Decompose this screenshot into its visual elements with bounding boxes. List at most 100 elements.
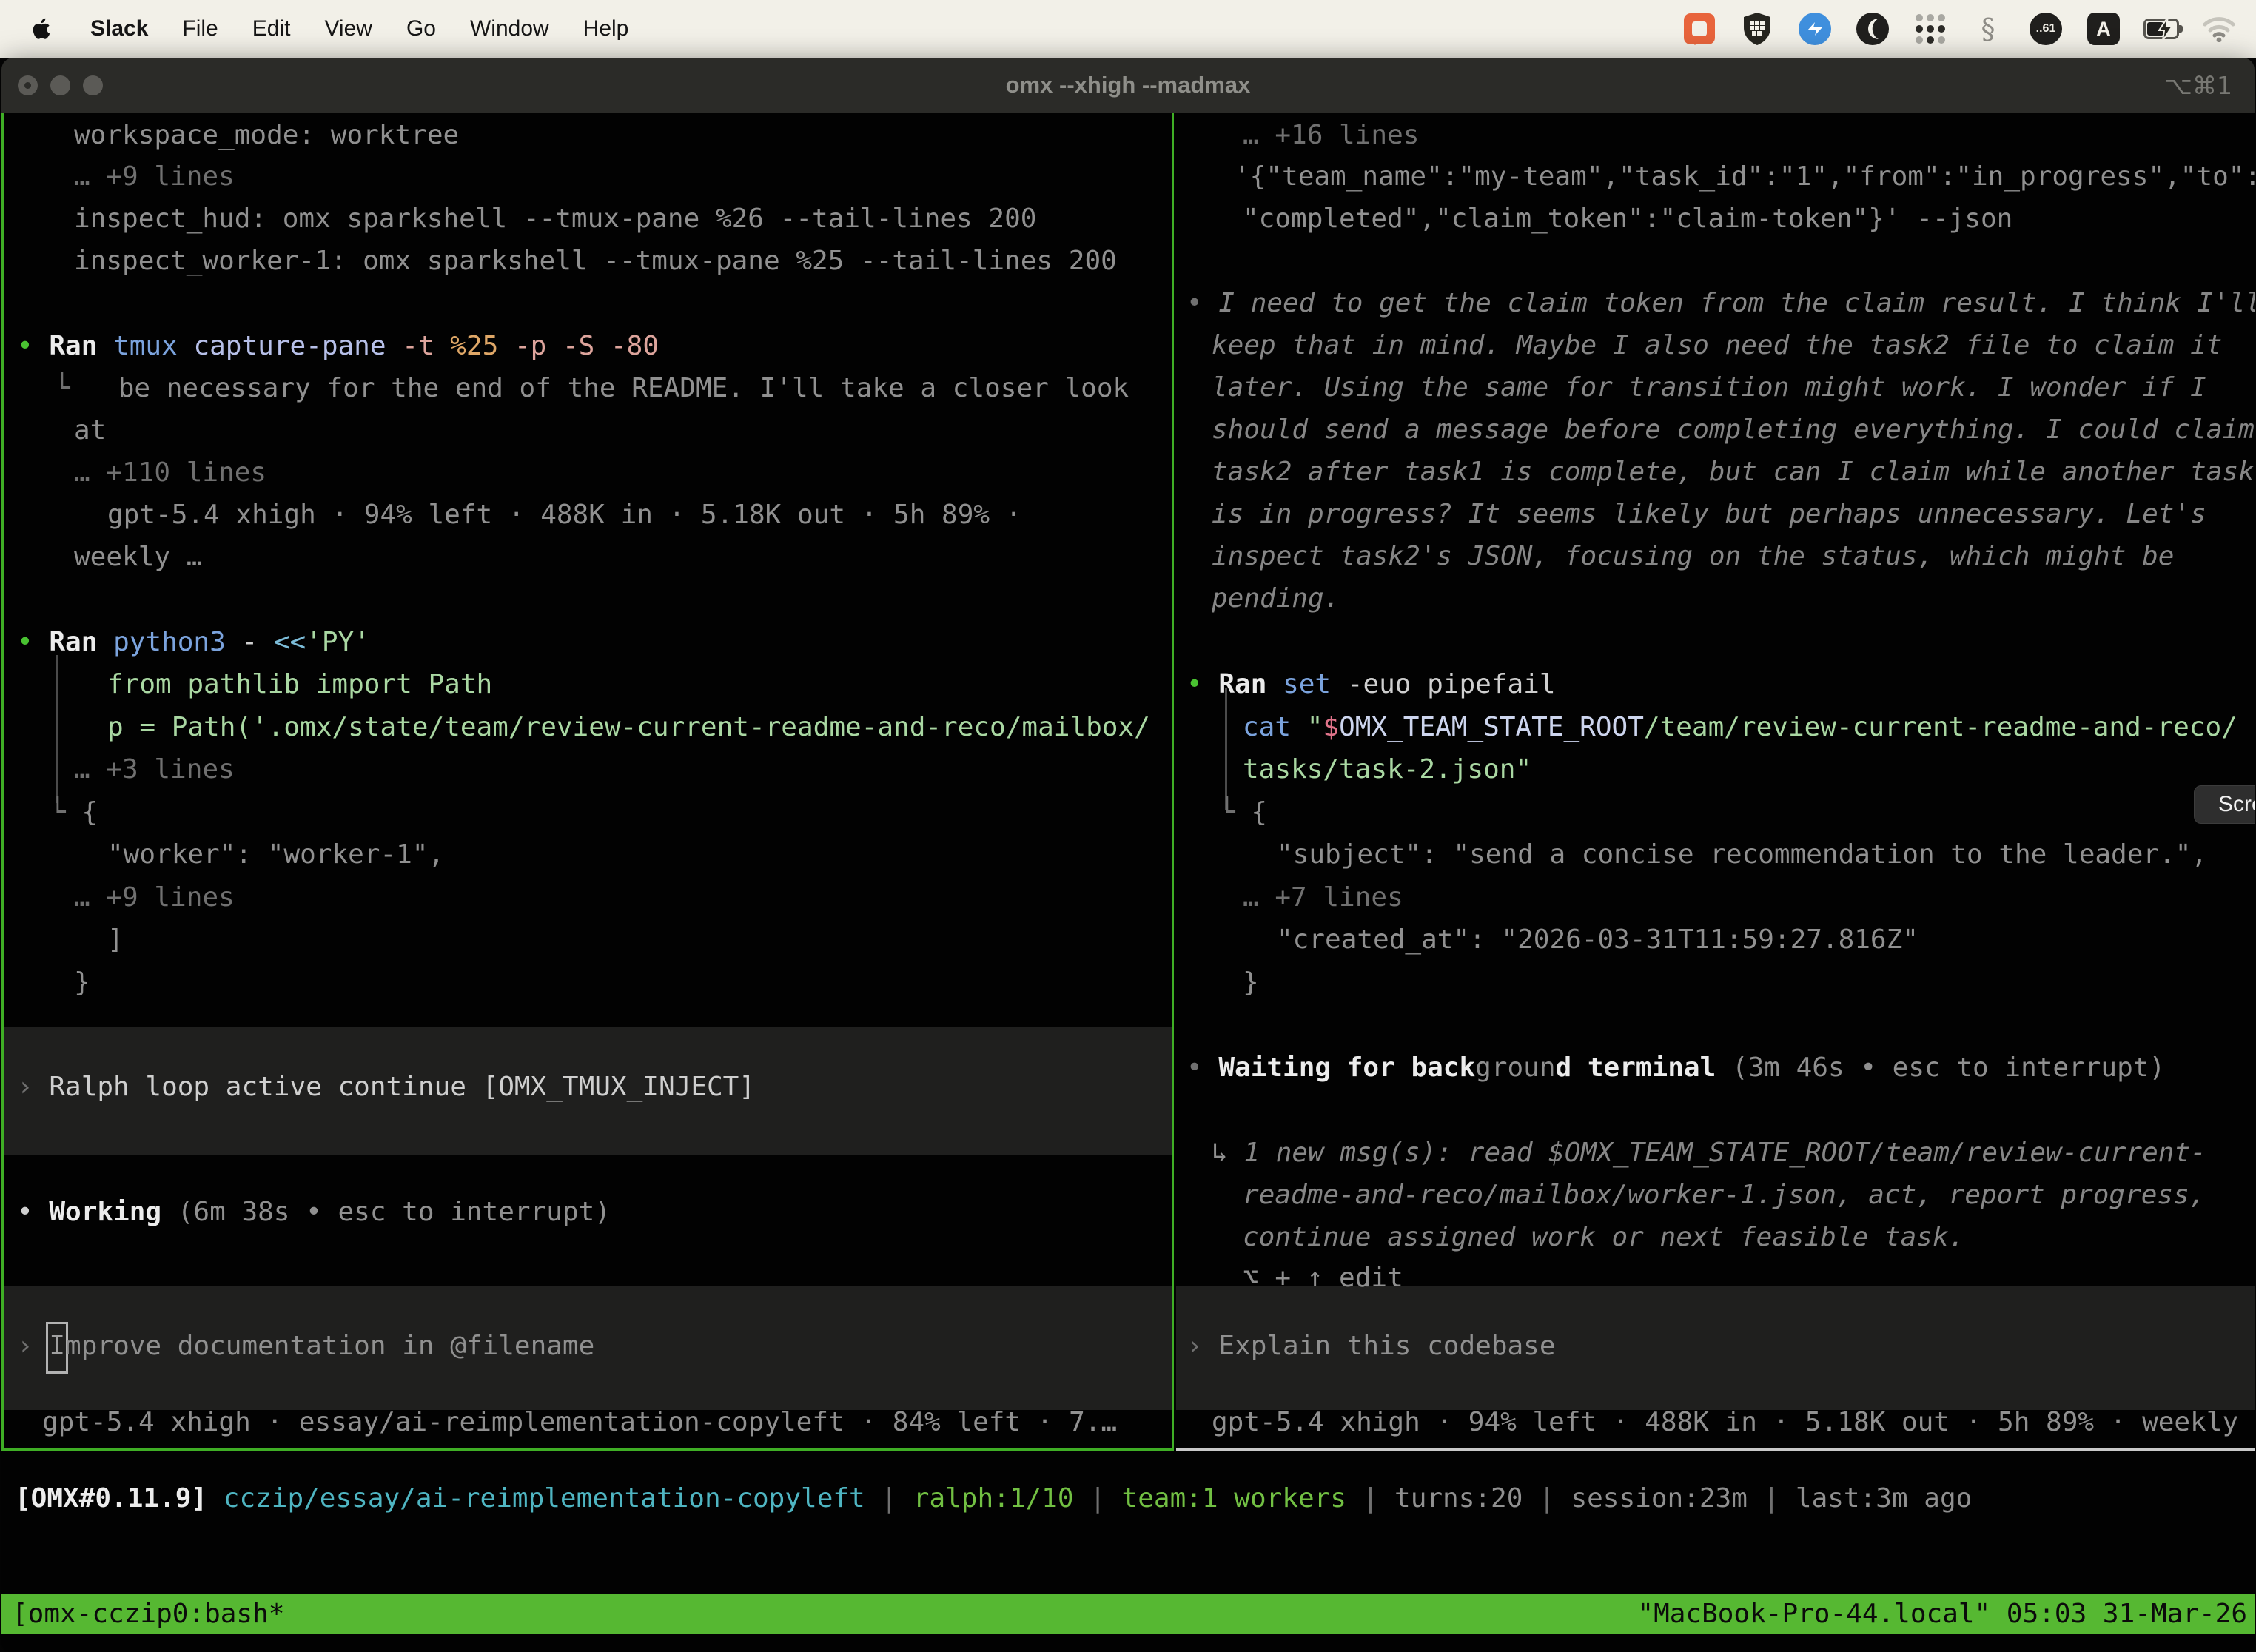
terminal-line: weekly … [74,536,202,578]
terminal-text-segment: … +9 lines [74,882,235,913]
terminal-text-segment: readme-and-reco/mailbox/worker-1.json, a… [1243,1180,2205,1210]
terminal-line: … +110 lines [74,451,266,494]
terminal-text-segment: task2 after task1 is complete, but can I… [1212,457,2255,487]
terminal-text-segment: << [274,627,306,657]
terminal-text-segment: last:3m ago [1796,1483,1972,1514]
terminal-text-segment: "subject": "send a concise recommendatio… [1277,839,2207,870]
terminal-text-segment: mprove documentation in @filename [65,1331,594,1361]
terminal-line: continue assigned work or next feasible … [1243,1216,1964,1258]
terminal-line: › Explain this codebase [1186,1325,1556,1367]
menu-bar-status-icons: § ..61 A [1682,11,2256,47]
terminal-line: gpt-5.4 xhigh · essay/ai-reimplementatio… [42,1401,1117,1443]
terminal-line: "created_at": "2026-03-31T11:59:27.816Z" [1277,919,1918,961]
terminal-text-segment: gpt-5.4 xhigh · 94% left · 488K in · 5.1… [107,500,1021,530]
terminal-text-segment: $ [1323,712,1339,742]
terminal-text-segment: | [1764,1483,1796,1514]
terminal-text-segment: inspect_hud: omx sparkshell --tmux-pane … [74,204,1036,234]
terminal-text-segment: cczip/essay/ai-reimplementation-copyleft [224,1483,882,1514]
terminal-text-segment: • [17,1197,49,1227]
menu-item-help[interactable]: Help [583,16,629,41]
terminal-text-segment: should send a message before completing … [1212,414,2255,445]
terminal-text-segment: ] [107,924,124,955]
terminal-text-segment: I [49,1325,65,1371]
menu-item-go[interactable]: Go [406,16,436,41]
dots-grid-icon[interactable] [1913,11,1948,47]
terminal-line: └ { [50,791,98,833]
terminal-line: workspace_mode: worktree [74,114,459,156]
terminal-text-segment: I need to get the claim token from the c… [1218,288,2255,318]
terminal-line: at [74,409,106,451]
terminal-line: } [74,961,90,1004]
terminal-text-segment: keep that in mind. Maybe I also need the… [1212,330,2222,360]
battery-charging-icon[interactable] [2143,11,2179,47]
terminal-text-segment: turns:20 [1394,1483,1539,1514]
terminal-line: '{"team_name":"my-team","task_id":"1","f… [1234,155,2255,198]
terminal-line: … +9 lines [74,155,235,198]
terminal-line: • Ran set -euo pipefail [1186,663,1556,705]
terminal-text-segment: { [81,797,98,827]
terminal-text-segment: be necessary for the end of the README. … [70,373,1129,403]
terminal-line: "worker": "worker-1", [107,833,444,876]
terminal-text-segment: inspect task2's JSON, focusing on the st… [1212,541,2174,571]
terminal-text-segment: -p -S -80 [514,331,659,361]
terminal-line: • Ran python3 - <<'PY' [17,621,370,663]
terminal-text-segment: -euo pipefail [1347,669,1556,699]
terminal-text-segment: ⌥ + ↑ edit [1243,1263,1403,1293]
connector-line [56,655,58,803]
tmux-host-clock-label: "MacBook-Pro-44.local" 05:03 31-Mar-26 [1637,1594,2247,1634]
wifi-icon[interactable] [2201,11,2237,47]
tmux-pane-hud[interactable]: workspace_mode: worktree … +9 lines inspec… [1,113,1174,1451]
tmux-pane-worker[interactable]: … +16 lines'{"team_name":"my-team","task… [1176,113,2255,1451]
terminal-text-segment: [OMX#0.11.9] [15,1483,224,1514]
terminal-line: • Waiting for background terminal (3m 46… [1186,1047,2165,1089]
battery-61-icon[interactable]: ..61 [2028,11,2064,47]
omx-status-line: [OMX#0.11.9] cczip/essay/ai-reimplementa… [1,1477,2255,1522]
terminal-line: is in progress? It seems likely but perh… [1212,493,2206,535]
terminal-text-segment: - [241,627,273,657]
terminal-line: └ be necessary for the end of the README… [54,367,1129,409]
input-source-a-icon[interactable]: A [2086,11,2121,47]
terminal-line: gpt-5.4 xhigh · 94% left · 488K in · 5.1… [107,494,1021,536]
zoom-button[interactable] [83,75,103,95]
terminal-text-segment: capture-pane [193,331,402,361]
apple-menu-icon[interactable] [31,14,56,44]
menu-item-edit[interactable]: Edit [252,16,291,41]
terminal-line: └ { [1219,791,1267,833]
terminal-text-segment: (3m 46s • esc to interrupt) [1732,1052,2165,1083]
terminal-text-segment: { [1251,797,1267,827]
menu-item-file[interactable]: File [182,16,218,41]
screen-tooltip-label: Scre [2218,792,2255,817]
terminal-line: ↳ 1 new msg(s): read $OMX_TEAM_STATE_ROO… [1212,1132,2206,1174]
terminal-text-segment: gpt-5.4 xhigh · essay/ai-reimplementatio… [42,1407,1117,1437]
menu-item-app[interactable]: Slack [90,16,148,41]
tmux-status-bar: [omx-cczip0:bash* "MacBook-Pro-44.local"… [1,1594,2255,1634]
terminal-line: } [1243,961,1259,1004]
squiggle-icon[interactable]: § [1970,11,2006,47]
chat-app-icon[interactable] [1682,11,1717,47]
terminal-window: omx --xhigh --madmax ⌥⌘1 workspace_mode:… [1,58,2255,1652]
terminal-line: later. Using the same for transition mig… [1212,366,2206,409]
messenger-bolt-icon[interactable] [1797,11,1833,47]
terminal-text-segment: %25 [450,331,514,361]
terminal-text-segment: Ran [49,331,113,361]
terminal-text-segment: } [74,967,90,998]
menu-item-window[interactable]: Window [470,16,549,41]
terminal-text-segment: 1 new msg(s): read $OMX_TEAM_STATE_ROOT/… [1243,1138,2206,1168]
terminal-text-segment: is in progress? It seems likely but perh… [1212,499,2206,529]
terminal-line: "completed","claim_token":"claim-token"}… [1243,198,2012,240]
menu-item-view[interactable]: View [324,16,372,41]
dark-disc-icon[interactable] [1855,11,1890,47]
window-titlebar[interactable]: omx --xhigh --madmax ⌥⌘1 [1,58,2255,113]
terminal-line: • Ran tmux capture-pane -t %25 -p -S -80 [17,325,659,367]
terminal-text-segment: … +9 lines [74,161,235,192]
terminal-text-segment: • [1186,1052,1218,1083]
close-button[interactable] [18,75,38,95]
minimize-button[interactable] [50,75,70,95]
window-shortcut-badge: ⌥⌘1 [2164,58,2232,113]
shield-icon[interactable] [1739,11,1775,47]
terminal-text-segment: … +7 lines [1243,882,1403,913]
terminal-text-segment: session:23m [1571,1483,1763,1514]
terminal-text-segment: tasks/task-2.json" [1243,754,1531,785]
terminal-text-segment: OMX_TEAM_STATE_ROOT [1339,712,1644,742]
terminal-text-segment: "worker": "worker-1", [107,839,444,870]
